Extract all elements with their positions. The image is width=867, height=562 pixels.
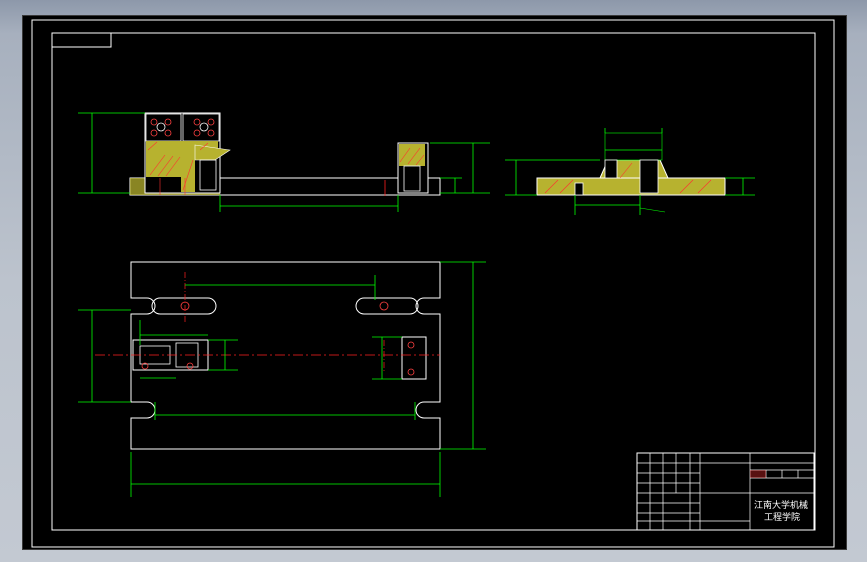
front-view (78, 112, 490, 212)
drawing-code-box (51, 32, 112, 48)
top-view (78, 261, 486, 497)
drawing-sheet: 江南大学机械 工程学院 (31, 19, 835, 548)
school-name-line2: 工程学院 (764, 511, 800, 523)
school-name-line1: 江南大学机械 (754, 499, 808, 511)
side-view-base (536, 177, 726, 196)
inner-frame (51, 32, 816, 531)
slot-left (151, 297, 217, 315)
side-view (505, 128, 755, 215)
slot-right (355, 297, 419, 315)
title-block: 江南大学机械 工程学院 (636, 452, 815, 531)
outer-frame (31, 19, 835, 548)
base-plate-plan (130, 261, 441, 450)
